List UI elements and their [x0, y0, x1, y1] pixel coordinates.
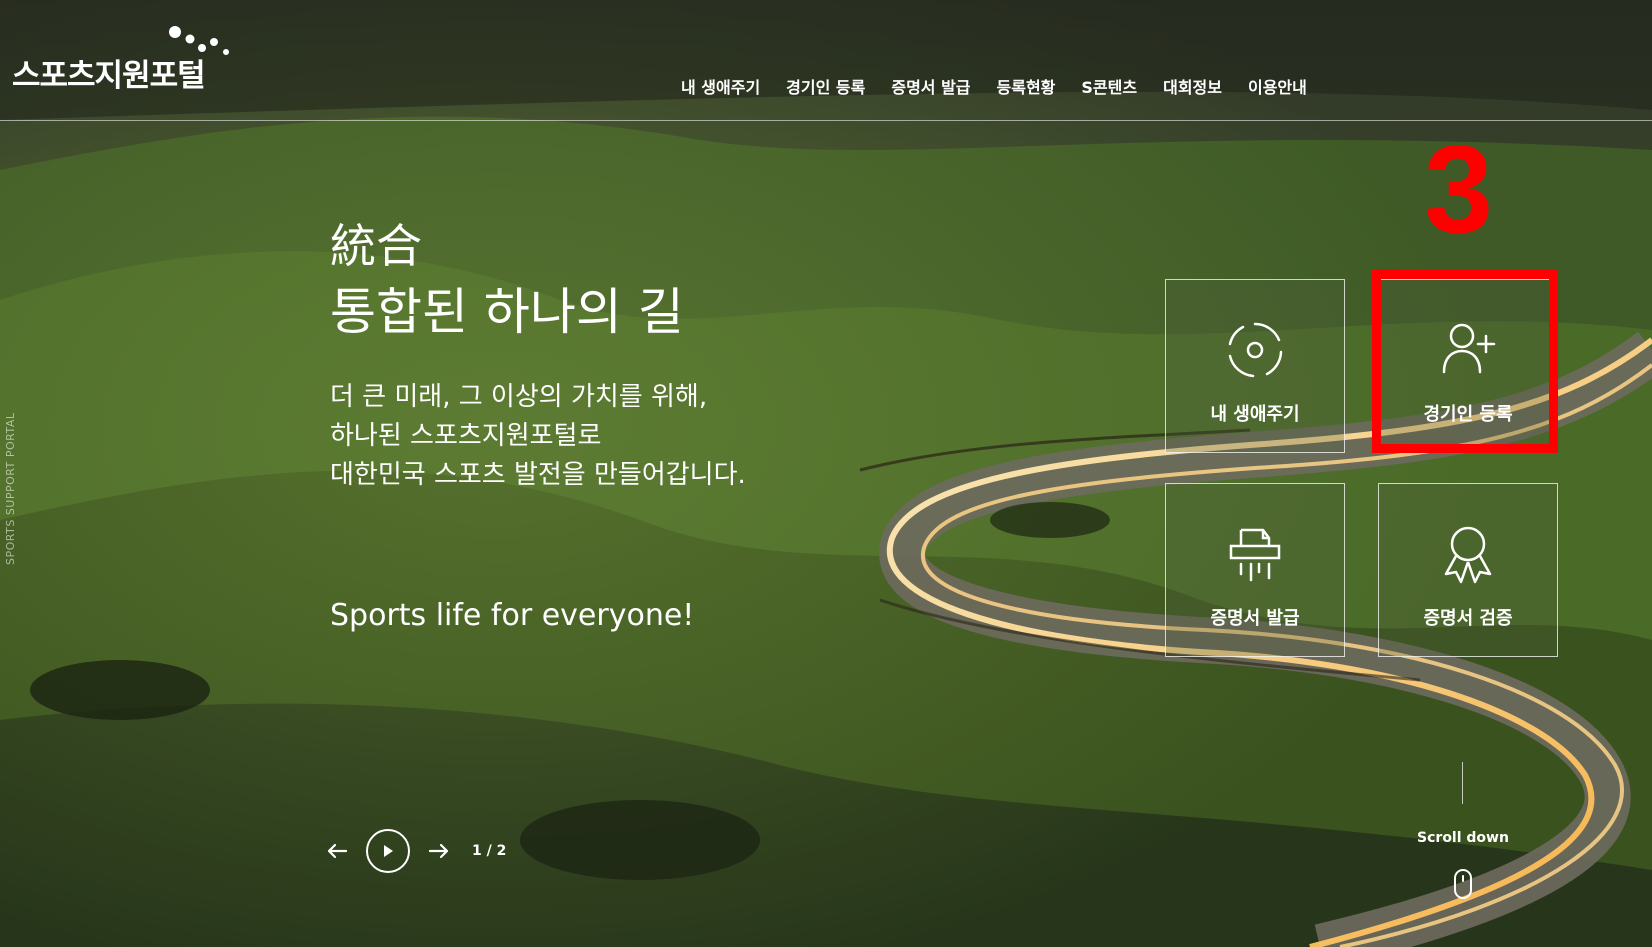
- site-logo[interactable]: 스포츠지원포털: [12, 24, 229, 94]
- hero-slogan: Sports life for everyone!: [330, 598, 695, 633]
- award-ribbon-icon: [1444, 526, 1492, 584]
- quick-tile-certificate-issue[interactable]: 증명서 발급: [1165, 483, 1345, 657]
- logo-dots-icon: [169, 26, 229, 55]
- annotation-step-number: 3: [1424, 121, 1493, 259]
- annotation-highlight-box: [1372, 270, 1558, 453]
- hero-background-image: [0, 0, 1652, 947]
- quick-tile-certificate-verify[interactable]: 증명서 검증: [1378, 483, 1558, 657]
- lifecycle-icon: [1228, 322, 1283, 378]
- mouse-icon: [1454, 869, 1472, 899]
- hero-description-line: 더 큰 미래, 그 이상의 가치를 위해,: [330, 382, 708, 412]
- hero-hanja: 統合: [330, 219, 422, 273]
- quick-tile-label: 내 생애주기: [1210, 404, 1300, 425]
- nav-item-lifecycle[interactable]: 내 생애주기: [681, 74, 760, 98]
- arrow-right-icon: [428, 843, 449, 859]
- site-header: 스포츠지원포털 내 생애주기 경기인 등록 증명서 발급 등록현황 S콘텐츠 대…: [0, 0, 1652, 121]
- printer-icon: [1229, 528, 1281, 582]
- scroll-down-button[interactable]: [1453, 868, 1473, 904]
- hero-description-line: 하나된 스포츠지원포털로: [330, 421, 602, 451]
- prev-slide-button[interactable]: [326, 842, 348, 860]
- play-button[interactable]: [366, 829, 410, 873]
- side-vertical-text: SPORTS SUPPORT PORTAL: [4, 412, 17, 566]
- main-page: 스포츠지원포털 내 생애주기 경기인 등록 증명서 발급 등록현황 S콘텐츠 대…: [0, 0, 1652, 947]
- scroll-down-label[interactable]: Scroll down: [1410, 830, 1516, 846]
- slide-counter: 1 / 2: [472, 843, 507, 859]
- arrow-left-icon: [327, 843, 348, 859]
- nav-item-certificate-issue[interactable]: 증명서 발급: [891, 74, 970, 98]
- hero-description: 더 큰 미래, 그 이상의 가치를 위해, 하나된 스포츠지원포털로 대한민국 …: [330, 378, 746, 495]
- hero-title: 통합된 하나의 길: [330, 283, 684, 341]
- nav-item-athlete-registration[interactable]: 경기인 등록: [786, 74, 865, 98]
- play-icon: [384, 845, 393, 857]
- main-nav: 내 생애주기 경기인 등록 증명서 발급 등록현황 S콘텐츠 대회정보 이용안내: [681, 74, 1333, 98]
- hero-description-line: 대한민국 스포츠 발전을 만들어갑니다.: [330, 460, 746, 490]
- nav-item-competition-info[interactable]: 대회정보: [1163, 74, 1222, 98]
- scroll-indicator-line: [1462, 762, 1463, 804]
- quick-tile-label: 증명서 발급: [1210, 608, 1300, 629]
- nav-item-s-contents[interactable]: S콘텐츠: [1081, 74, 1137, 98]
- quick-tile-label: 증명서 검증: [1423, 608, 1513, 629]
- nav-item-registration-status[interactable]: 등록현황: [997, 74, 1056, 98]
- nav-item-usage-guide[interactable]: 이용안내: [1248, 74, 1307, 98]
- slider-controls: 1 / 2: [326, 828, 506, 874]
- next-slide-button[interactable]: [428, 842, 450, 860]
- quick-tile-lifecycle[interactable]: 내 생애주기: [1165, 279, 1345, 453]
